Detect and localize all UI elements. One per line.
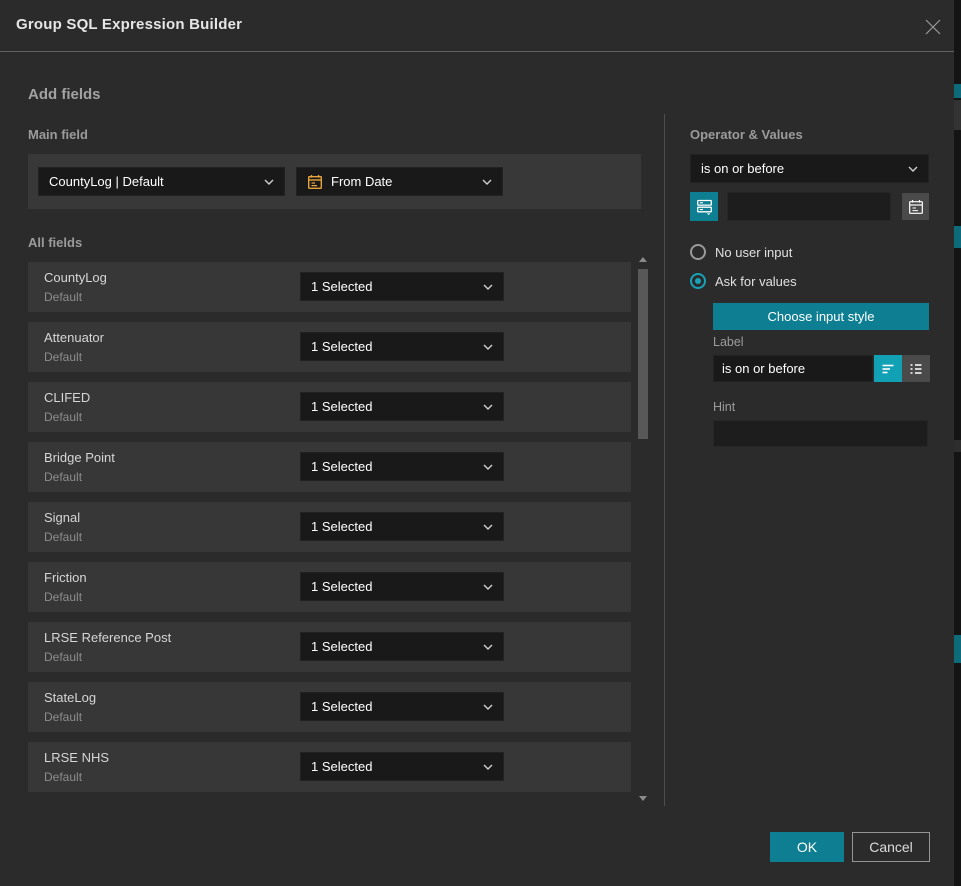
label-section-label: Label bbox=[713, 335, 744, 349]
hint-section-label: Hint bbox=[713, 400, 735, 414]
radio-circle-selected bbox=[690, 273, 706, 289]
chevron-down-icon bbox=[475, 764, 493, 770]
bulleted-list-icon bbox=[908, 361, 924, 377]
stacked-rows-icon bbox=[696, 198, 713, 215]
scroll-down-icon[interactable] bbox=[639, 796, 647, 801]
main-field-field-select[interactable]: From Date bbox=[296, 167, 503, 196]
chevron-down-icon bbox=[475, 464, 493, 470]
background-segment bbox=[954, 440, 961, 452]
layer-select-value: CountyLog | Default bbox=[49, 174, 164, 189]
all-fields-list: CountyLog Default 1 Selected Attenuator … bbox=[28, 262, 631, 802]
field-row: Attenuator Default 1 Selected bbox=[28, 322, 631, 372]
single-line-style-button[interactable] bbox=[874, 355, 902, 382]
field-row: CLIFED Default 1 Selected bbox=[28, 382, 631, 432]
scrollbar-thumb[interactable] bbox=[638, 269, 648, 439]
field-sublabel: Default bbox=[44, 470, 82, 484]
close-icon[interactable] bbox=[920, 14, 946, 40]
main-field-bar: CountyLog | Default From Date bbox=[28, 154, 641, 209]
all-fields-label: All fields bbox=[28, 235, 82, 250]
field-sublabel: Default bbox=[44, 290, 82, 304]
background-accent-segment bbox=[954, 226, 961, 248]
chevron-down-icon bbox=[256, 179, 274, 185]
field-selection-select[interactable]: 1 Selected bbox=[300, 332, 504, 361]
field-selection-select[interactable]: 1 Selected bbox=[300, 392, 504, 421]
operator-select-value: is on or before bbox=[701, 161, 784, 176]
chevron-down-icon bbox=[475, 704, 493, 710]
chevron-down-icon bbox=[474, 179, 492, 185]
background-segment bbox=[954, 100, 961, 130]
date-picker-button[interactable] bbox=[902, 193, 929, 220]
value-input[interactable] bbox=[727, 192, 891, 221]
background-accent-segment bbox=[954, 635, 961, 663]
hint-input[interactable] bbox=[713, 420, 928, 447]
field-sublabel: Default bbox=[44, 350, 82, 364]
chevron-down-icon bbox=[475, 404, 493, 410]
field-row: LRSE NHS Default 1 Selected bbox=[28, 742, 631, 792]
background-accent-segment bbox=[954, 84, 961, 98]
field-name: StateLog bbox=[44, 690, 96, 705]
field-sublabel: Default bbox=[44, 770, 82, 784]
field-row: Friction Default 1 Selected bbox=[28, 562, 631, 612]
chevron-down-icon bbox=[475, 344, 493, 350]
dialog-titlebar: Group SQL Expression Builder bbox=[0, 0, 954, 52]
field-name: LRSE NHS bbox=[44, 750, 109, 765]
date-field-icon bbox=[307, 174, 323, 190]
field-sublabel: Default bbox=[44, 590, 82, 604]
field-row: StateLog Default 1 Selected bbox=[28, 682, 631, 732]
field-sublabel: Default bbox=[44, 410, 82, 424]
fields-scrollbar[interactable] bbox=[637, 255, 650, 803]
field-name: CLIFED bbox=[44, 390, 90, 405]
align-left-icon bbox=[880, 361, 896, 377]
label-input-row bbox=[713, 355, 929, 382]
radio-circle bbox=[690, 244, 706, 260]
field-selection-select[interactable]: 1 Selected bbox=[300, 272, 504, 301]
operator-select[interactable]: is on or before bbox=[690, 154, 929, 183]
list-style-button[interactable] bbox=[902, 355, 930, 382]
value-input-row bbox=[690, 192, 929, 221]
field-selection-select[interactable]: 1 Selected bbox=[300, 692, 504, 721]
value-type-button[interactable] bbox=[690, 192, 718, 221]
field-name: Bridge Point bbox=[44, 450, 115, 465]
ok-button[interactable]: OK bbox=[770, 832, 844, 862]
chevron-down-icon bbox=[475, 284, 493, 290]
field-selection-select[interactable]: 1 Selected bbox=[300, 452, 504, 481]
field-select-value: From Date bbox=[331, 174, 392, 189]
field-row: LRSE Reference Post Default 1 Selected bbox=[28, 622, 631, 672]
main-field-layer-select[interactable]: CountyLog | Default bbox=[38, 167, 285, 196]
scroll-up-icon[interactable] bbox=[639, 257, 647, 262]
field-row: CountyLog Default 1 Selected bbox=[28, 262, 631, 312]
choose-input-style-button[interactable]: Choose input style bbox=[713, 303, 929, 330]
operator-values-heading: Operator & Values bbox=[690, 127, 803, 142]
label-input[interactable] bbox=[713, 355, 873, 382]
field-name: Friction bbox=[44, 570, 87, 585]
field-row: Signal Default 1 Selected bbox=[28, 502, 631, 552]
chevron-down-icon bbox=[475, 524, 493, 530]
dialog-title: Group SQL Expression Builder bbox=[16, 16, 242, 33]
chevron-down-icon bbox=[475, 644, 493, 650]
field-selection-select[interactable]: 1 Selected bbox=[300, 512, 504, 541]
field-selection-select[interactable]: 1 Selected bbox=[300, 752, 504, 781]
panel-divider bbox=[664, 114, 665, 806]
field-selection-select[interactable]: 1 Selected bbox=[300, 632, 504, 661]
radio-ask-for-values[interactable]: Ask for values bbox=[690, 273, 797, 289]
add-fields-heading: Add fields bbox=[28, 86, 101, 103]
group-sql-expression-builder-dialog: Group SQL Expression Builder Add fields … bbox=[0, 0, 954, 886]
field-sublabel: Default bbox=[44, 650, 82, 664]
field-name: Attenuator bbox=[44, 330, 104, 345]
field-selection-select[interactable]: 1 Selected bbox=[300, 572, 504, 601]
cancel-button[interactable]: Cancel bbox=[852, 832, 930, 862]
chevron-down-icon bbox=[900, 166, 918, 172]
radio-no-user-input[interactable]: No user input bbox=[690, 244, 792, 260]
field-name: LRSE Reference Post bbox=[44, 630, 171, 645]
field-name: Signal bbox=[44, 510, 80, 525]
field-row: Bridge Point Default 1 Selected bbox=[28, 442, 631, 492]
calendar-icon bbox=[908, 199, 924, 215]
field-name: CountyLog bbox=[44, 270, 107, 285]
chevron-down-icon bbox=[475, 584, 493, 590]
background-page-strip bbox=[954, 0, 961, 886]
field-sublabel: Default bbox=[44, 710, 82, 724]
field-sublabel: Default bbox=[44, 530, 82, 544]
main-field-label: Main field bbox=[28, 127, 88, 142]
